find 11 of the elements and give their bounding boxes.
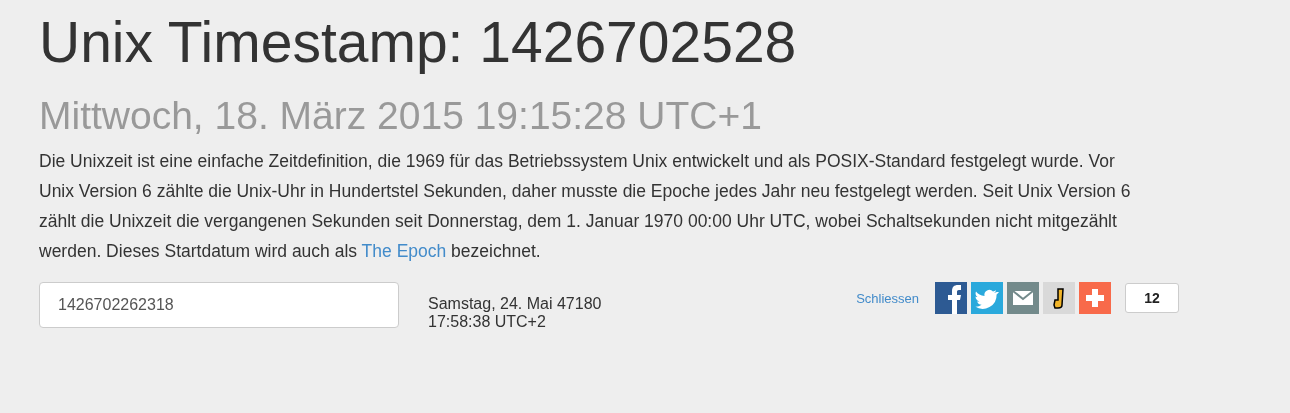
page-title: Unix Timestamp: 1426702528 (39, 9, 798, 76)
j-shape-icon[interactable] (1043, 282, 1075, 314)
description-paragraph: Die Unixzeit ist eine einfache Zeitdefinition, die 1969 für das Betriebssystem Unix entwickelt und als POSIX-Standard festgelegt wurde. Vor Unix Version 6 zählte die Unix-Uhr in Hundertstel Sekunden, daher musste die Epoche jedes Jahr neu festgelegt werden. Seit Unix Version 6 zählt die Unixzeit die vergangenen Sekunden seit Donnerstag, dem 1. Januar 1970 00:00 Uhr UTC, wobei Schaltsekunden nicht mitgezählt werden. Dieses Startdatum wird auch als The Epoch bezeichnet. (39, 150, 1132, 263)
mail-icon[interactable] (1007, 282, 1039, 314)
timestamp-input[interactable]: 1426702262318 (39, 282, 399, 328)
epoch-link[interactable]: The Epoch (361, 241, 447, 261)
facebook-icon[interactable] (935, 282, 967, 314)
date-subtitle: Mittwoch, 18. März 2015 19:15:28 UTC+1 (39, 93, 763, 139)
converted-date: Samstag, 24. Mai 47180 17:58:38 UTC+2 (428, 295, 603, 331)
close-link[interactable]: Schliessen (856, 290, 919, 306)
share-count: 12 (1125, 283, 1179, 313)
